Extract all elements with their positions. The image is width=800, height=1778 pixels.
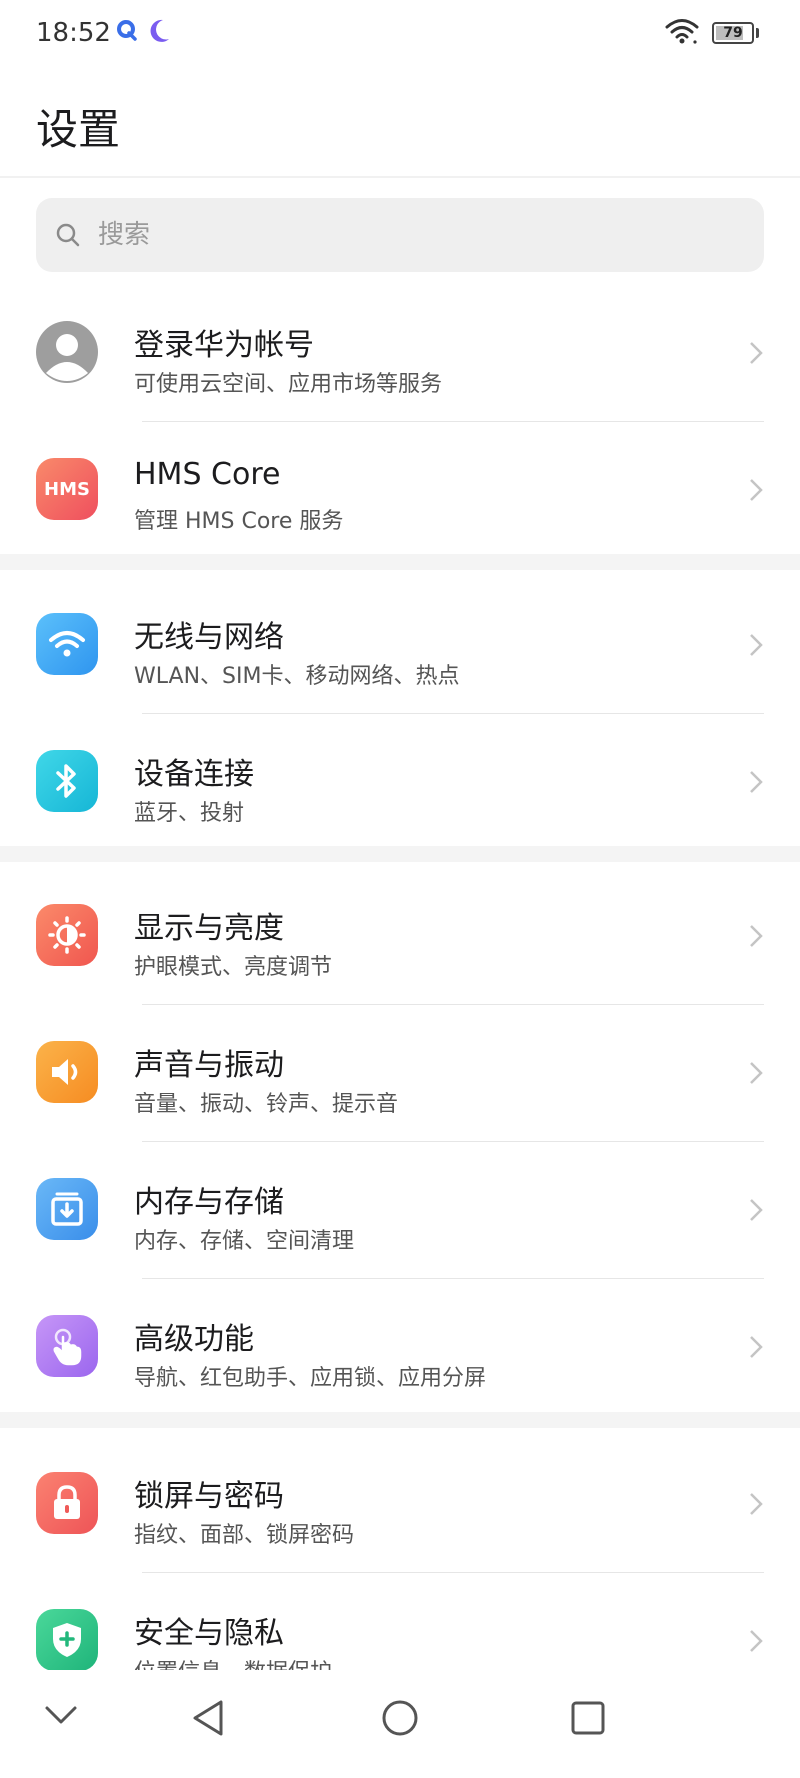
hms-icon: HMS (36, 458, 98, 520)
chevron-right-icon (750, 634, 763, 656)
item-subtitle: 蓝牙、投射 (134, 801, 245, 826)
back-triangle-icon[interactable] (190, 1698, 226, 1738)
settings-item-memory-storage[interactable]: 内存与存储 内存、存储、空间清理 (0, 1141, 800, 1278)
finger-tap-icon (53, 1328, 82, 1366)
status-bar: 18:52 79 (0, 0, 800, 68)
avatar (36, 321, 98, 383)
battery-level: 79 (723, 25, 743, 41)
page-title: 设置 (36, 105, 121, 154)
item-subtitle: 音量、振动、铃声、提示音 (134, 1092, 399, 1117)
item-title: 设备连接 (134, 757, 254, 792)
chevron-right-icon (750, 771, 763, 793)
item-title: 内存与存储 (134, 1185, 284, 1220)
bluetooth-glyph-icon (56, 764, 76, 798)
chevron-right-icon (750, 479, 763, 501)
item-subtitle: 管理 HMS Core 服务 (134, 509, 344, 534)
item-title: 显示与亮度 (134, 911, 284, 946)
item-subtitle: 护眼模式、亮度调节 (134, 955, 333, 980)
item-title: 登录华为帐号 (134, 328, 314, 363)
item-subtitle: 内存、存储、空间清理 (134, 1229, 355, 1254)
brightness-glyph-icon (48, 916, 86, 954)
speaker-icon (36, 1041, 98, 1103)
storage-icon (36, 1178, 98, 1240)
q-notification-icon (117, 20, 137, 41)
item-title: 声音与振动 (134, 1048, 284, 1083)
chevron-right-icon (750, 342, 763, 364)
header-divider (0, 176, 800, 178)
chevron-right-icon (750, 1062, 763, 1084)
wifi-icon (665, 19, 699, 44)
chevron-right-icon (750, 1336, 763, 1358)
shield-glyph-icon (53, 1623, 81, 1657)
settings-item-huawei-account[interactable]: 登录华为帐号 可使用云空间、应用市场等服务 (0, 284, 800, 421)
search-icon (56, 223, 80, 247)
settings-item-display-brightness[interactable]: 显示与亮度 护眼模式、亮度调节 (0, 867, 800, 1004)
item-title: 无线与网络 (134, 620, 284, 655)
chevron-right-icon (750, 1493, 763, 1515)
wifi-glyph-icon (49, 631, 85, 657)
item-title: 安全与隐私 (134, 1616, 284, 1651)
home-circle-icon[interactable] (380, 1698, 420, 1738)
settings-item-lock-screen[interactable]: 锁屏与密码 指纹、面部、锁屏密码 (0, 1435, 800, 1572)
avatar-icon (36, 321, 98, 383)
item-subtitle: 指纹、面部、锁屏密码 (134, 1523, 355, 1548)
battery-tip (756, 28, 759, 38)
status-time: 18:52 (36, 18, 111, 48)
navigation-bar (0, 1670, 800, 1778)
item-subtitle: WLAN、SIM卡、移动网络、热点 (134, 664, 460, 689)
lock-glyph-icon (54, 1485, 80, 1519)
search-input[interactable] (98, 198, 738, 272)
gesture-icon (36, 1315, 98, 1377)
settings-item-hms-core[interactable]: HMS HMS Core 管理 HMS Core 服务 (0, 421, 800, 558)
chevron-right-icon (750, 1199, 763, 1221)
item-title: 锁屏与密码 (134, 1479, 284, 1514)
item-title: 高级功能 (134, 1322, 254, 1357)
wifi-icon (36, 613, 98, 675)
brightness-icon (36, 904, 98, 966)
battery-icon: 79 (712, 22, 754, 44)
chevron-right-icon (750, 925, 763, 947)
settings-item-advanced-features[interactable]: 高级功能 导航、红包助手、应用锁、应用分屏 (0, 1278, 800, 1415)
item-subtitle: 可使用云空间、应用市场等服务 (134, 372, 443, 397)
item-subtitle: 导航、红包助手、应用锁、应用分屏 (134, 1366, 487, 1391)
storage-glyph-icon (51, 1192, 83, 1226)
settings-item-device-connection[interactable]: 设备连接 蓝牙、投射 (0, 713, 800, 850)
search-bar[interactable] (36, 198, 764, 272)
shield-icon (36, 1609, 98, 1671)
recents-square-icon[interactable] (570, 1698, 606, 1738)
moon-icon (150, 19, 169, 42)
lock-icon (36, 1472, 98, 1534)
speaker-glyph-icon (52, 1059, 78, 1085)
back-chevron-icon[interactable] (44, 1698, 78, 1732)
settings-item-wireless-network[interactable]: 无线与网络 WLAN、SIM卡、移动网络、热点 (0, 576, 800, 713)
bluetooth-icon (36, 750, 98, 812)
settings-item-sound-vibration[interactable]: 声音与振动 音量、振动、铃声、提示音 (0, 1004, 800, 1141)
chevron-right-icon (750, 1630, 763, 1652)
hms-icon-label: HMS (44, 478, 90, 500)
item-title: HMS Core (134, 457, 281, 492)
